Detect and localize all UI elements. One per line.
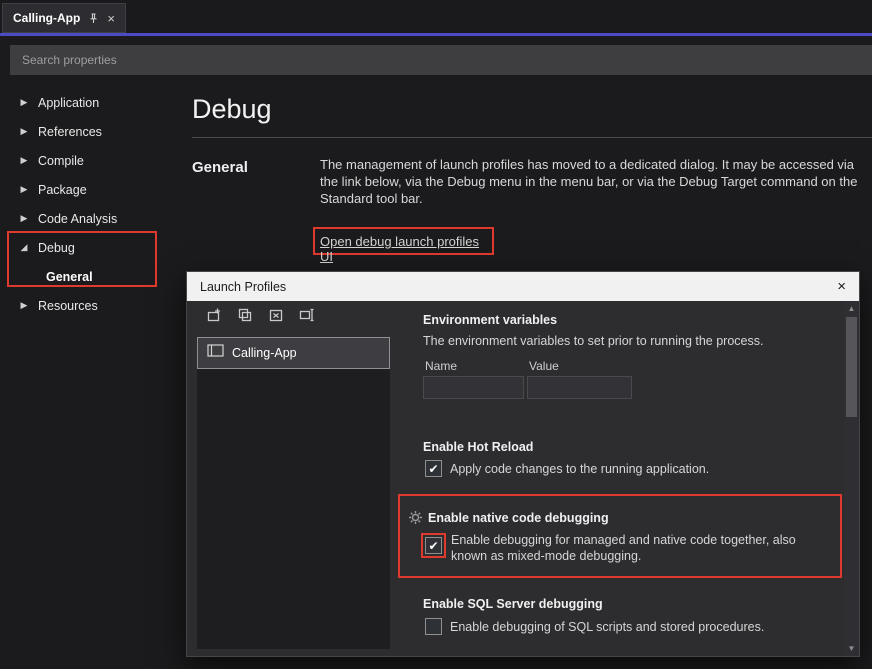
rename-profile-icon [299,307,315,328]
profile-item-calling-app[interactable]: Calling-App [197,337,390,369]
document-tab-bar: Calling-App × [0,0,872,33]
sidebar-item-compile[interactable]: ▶ Compile [10,146,186,175]
search-input[interactable] [22,53,860,67]
sidebar-item-label: Package [38,183,87,197]
env-name-input[interactable] [423,376,524,399]
profile-list: Calling-App [197,337,390,649]
dialog-titlebar: Launch Profiles × [187,272,859,301]
tab-title: Calling-App [13,11,80,25]
check-icon: ✔ [428,539,438,553]
scroll-down-icon[interactable]: ▼ [844,644,859,653]
sidebar-item-label: References [38,125,102,139]
chevron-right-icon[interactable]: ▶ [18,155,30,166]
sidebar-item-label: Code Analysis [38,212,117,226]
accent-divider [0,33,872,36]
env-variables-title: Environment variables [423,313,557,327]
native-debug-checkbox-highlight-box: ✔ [421,533,446,558]
dialog-close-icon[interactable]: × [837,279,846,294]
launch-profiles-description: The management of launch profiles has mo… [320,156,865,207]
sidebar-item-application[interactable]: ▶ Application [10,88,186,117]
env-variables-description: The environment variables to set prior t… [423,334,763,348]
native-debug-checkbox[interactable]: ✔ [425,537,442,554]
sidebar-item-resources[interactable]: ▶ Resources [10,291,186,320]
sql-debug-checkbox-label: Enable debugging of SQL scripts and stor… [450,618,764,635]
sidebar-item-label: Resources [38,299,98,313]
hot-reload-row: ✔ Apply code changes to the running appl… [425,460,709,477]
chevron-right-icon[interactable]: ▶ [18,184,30,195]
new-profile-icon [206,307,222,328]
launch-profiles-dialog: Launch Profiles × [186,271,860,657]
hot-reload-checkbox[interactable]: ✔ [425,460,442,477]
chevron-right-icon[interactable]: ▶ [18,213,30,224]
native-debug-checkbox-label: Enable debugging for managed and native … [451,531,826,564]
delete-profile-icon [268,307,284,328]
dialog-body: Calling-App Environment variables The en… [187,301,859,656]
search-box [10,45,872,75]
profile-name: Calling-App [232,346,297,360]
sql-debug-title: Enable SQL Server debugging [423,597,603,611]
general-section-label: General [192,159,248,176]
tab-calling-app[interactable]: Calling-App × [2,3,126,33]
page-title: Debug [192,94,272,125]
scroll-up-icon[interactable]: ▲ [844,304,859,313]
check-icon: ✔ [428,462,438,476]
gear-icon [408,510,423,530]
duplicate-profile-button[interactable] [232,306,257,329]
sql-debug-row: Enable debugging of SQL scripts and stor… [425,618,764,635]
close-icon[interactable]: × [107,12,115,25]
open-profiles-link-highlight-box: Open debug launch profiles UI [313,227,494,255]
profile-toolbar [201,306,319,329]
native-debug-title: Enable native code debugging [428,511,609,525]
hot-reload-checkbox-label: Apply code changes to the running applic… [450,460,709,477]
profile-icon [207,344,224,362]
env-name-header: Name [425,359,457,373]
hot-reload-title: Enable Hot Reload [423,440,533,454]
sidebar-item-package[interactable]: ▶ Package [10,175,186,204]
title-divider [192,137,872,138]
scrollbar-thumb[interactable] [846,317,857,417]
new-profile-button[interactable] [201,306,226,329]
debug-section-highlight-box [7,231,157,287]
open-debug-launch-profiles-link[interactable]: Open debug launch profiles UI [320,234,492,264]
rename-profile-button[interactable] [294,306,319,329]
chevron-right-icon[interactable]: ▶ [18,300,30,311]
sidebar-item-references[interactable]: ▶ References [10,117,186,146]
chevron-right-icon[interactable]: ▶ [18,126,30,137]
pin-icon[interactable] [88,13,99,24]
dialog-scrollbar[interactable]: ▲ ▼ [844,301,859,656]
chevron-right-icon[interactable]: ▶ [18,97,30,108]
sql-debug-checkbox[interactable] [425,618,442,635]
sidebar-item-label: Compile [38,154,84,168]
duplicate-profile-icon [237,307,253,328]
env-value-header: Value [529,359,559,373]
env-value-input[interactable] [527,376,632,399]
sidebar-item-label: Application [38,96,99,110]
dialog-title: Launch Profiles [200,280,286,294]
vs-property-page-window: Calling-App × ▶ Application ▶ References… [0,0,872,669]
sidebar-item-code-analysis[interactable]: ▶ Code Analysis [10,204,186,233]
delete-profile-button[interactable] [263,306,288,329]
